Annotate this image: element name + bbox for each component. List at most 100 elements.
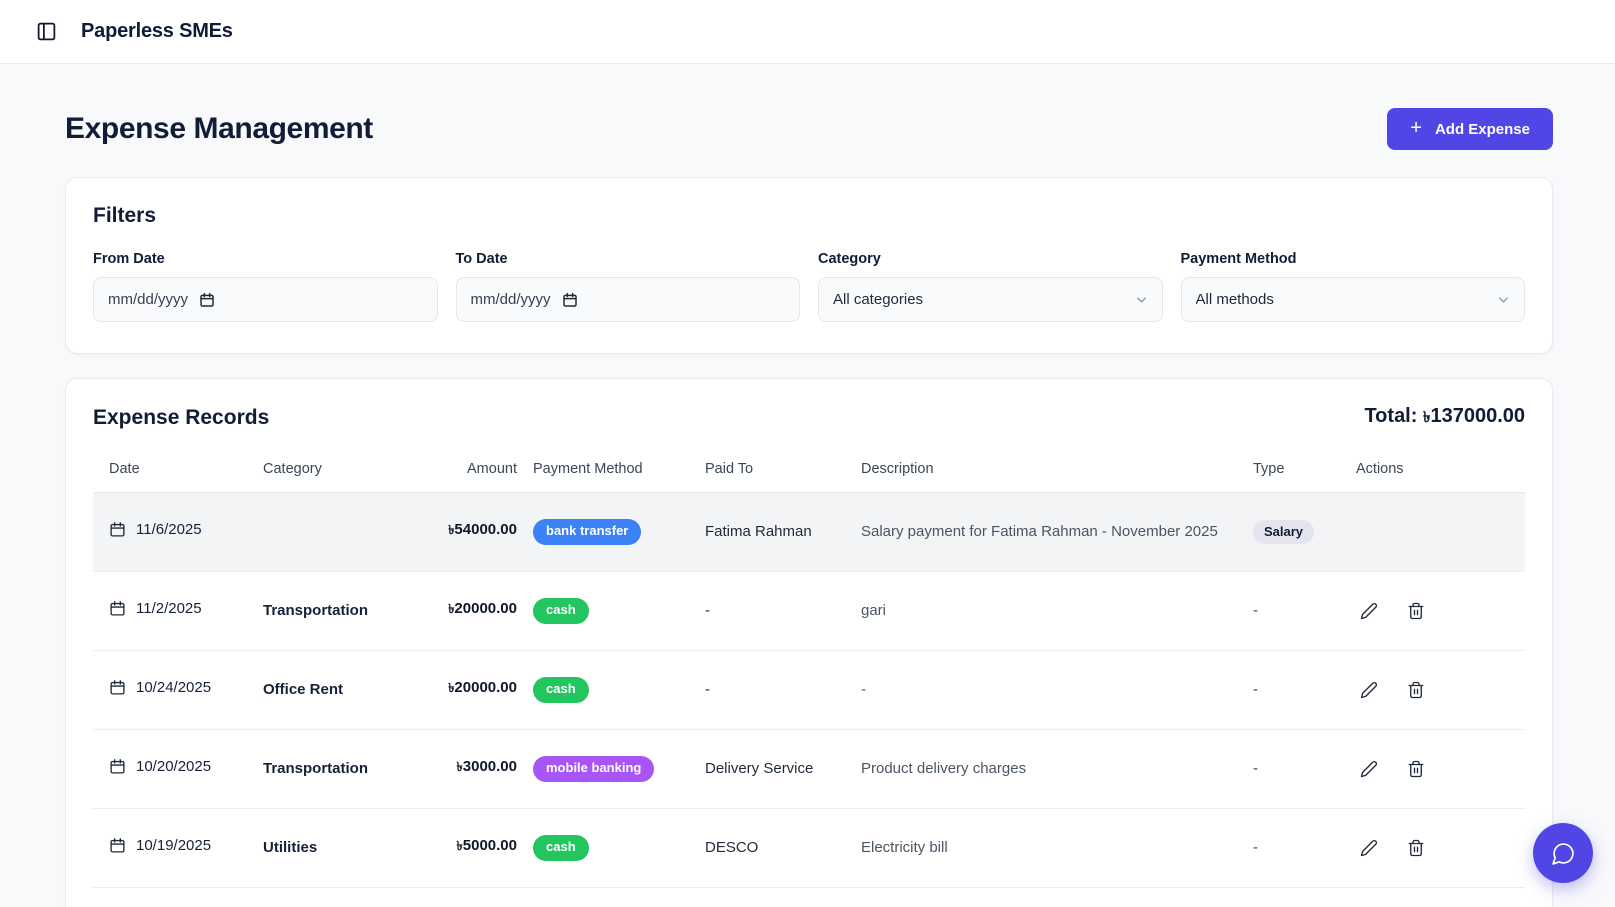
trash-icon	[1407, 602, 1425, 620]
plus-icon: +	[1410, 118, 1422, 138]
col-date: Date	[93, 453, 263, 493]
payment-method-badge: bank transfer	[533, 519, 641, 545]
trash-icon	[1407, 681, 1425, 699]
trash-icon	[1407, 839, 1425, 857]
calendar-icon	[109, 837, 126, 854]
col-category: Category	[263, 453, 443, 493]
pencil-icon	[1360, 602, 1378, 620]
table-header-row: Date Category Amount Payment Method Paid…	[93, 453, 1525, 493]
edit-button[interactable]	[1356, 835, 1382, 861]
panel-left-icon	[36, 21, 57, 42]
main-content: Expense Management + Add Expense Filters…	[0, 64, 1615, 907]
row-amount: ৳5000.00	[443, 808, 533, 887]
row-date: 11/6/2025	[136, 521, 202, 538]
records-heading: Expense Records	[93, 406, 269, 430]
row-type: -	[1253, 571, 1356, 650]
category-label: Category	[818, 251, 1163, 267]
row-actions	[1356, 808, 1525, 887]
col-type: Type	[1253, 453, 1356, 493]
filter-grid: From Date mm/dd/yyyy To Date mm/dd/yyyy	[93, 251, 1525, 322]
payment-method-field: Payment Method All methods	[1181, 251, 1526, 322]
type-badge: Salary	[1253, 520, 1314, 544]
pencil-icon	[1360, 760, 1378, 778]
row-actions	[1356, 493, 1525, 572]
row-actions	[1356, 571, 1525, 650]
payment-method-label: Payment Method	[1181, 251, 1526, 267]
total-amount: Total: ৳137000.00	[1364, 405, 1525, 431]
to-date-placeholder: mm/dd/yyyy	[471, 291, 551, 308]
topbar: Paperless SMEs	[0, 0, 1615, 64]
sidebar-toggle-button[interactable]	[34, 19, 59, 44]
col-actions: Actions	[1356, 453, 1525, 493]
row-type: -	[1253, 650, 1356, 729]
expense-records-card: Expense Records Total: ৳137000.00 Date C…	[65, 378, 1553, 907]
calendar-icon	[109, 600, 126, 617]
calendar-icon[interactable]	[199, 292, 215, 308]
category-field: Category All categories	[818, 251, 1163, 322]
row-amount: ৳20000.00	[443, 650, 533, 729]
row-category: Transportation	[263, 571, 443, 650]
edit-button[interactable]	[1356, 677, 1382, 703]
row-paid-to: Fatima Rahman	[705, 493, 861, 572]
from-date-label: From Date	[93, 251, 438, 267]
edit-button[interactable]	[1356, 598, 1382, 624]
payment-method-badge: cash	[533, 598, 589, 624]
row-paid-to: DESCO	[705, 808, 861, 887]
row-category: Utilities	[263, 808, 443, 887]
payment-method-select[interactable]: All methods	[1181, 277, 1526, 322]
payment-method-badge: cash	[533, 677, 589, 703]
delete-button[interactable]	[1403, 598, 1429, 624]
row-description: -	[861, 650, 1253, 729]
calendar-icon[interactable]	[562, 292, 578, 308]
row-category: Transportation	[263, 729, 443, 808]
category-select[interactable]: All categories	[818, 277, 1163, 322]
edit-button[interactable]	[1356, 756, 1382, 782]
row-date: 10/24/2025	[136, 679, 211, 696]
add-expense-label: Add Expense	[1435, 121, 1530, 138]
payment-method-badge: mobile banking	[533, 756, 654, 782]
row-date: 11/2/2025	[136, 600, 202, 617]
page-header: Expense Management + Add Expense	[65, 108, 1553, 150]
row-description: Salary payment for Fatima Rahman - Novem…	[861, 493, 1253, 572]
to-date-label: To Date	[456, 251, 801, 267]
delete-button[interactable]	[1403, 756, 1429, 782]
row-type: -	[1253, 808, 1356, 887]
row-paid-to: -	[705, 650, 861, 729]
delete-button[interactable]	[1403, 835, 1429, 861]
from-date-field: From Date mm/dd/yyyy	[93, 251, 438, 322]
from-date-placeholder: mm/dd/yyyy	[108, 291, 188, 308]
calendar-icon	[109, 679, 126, 696]
row-description: Product delivery charges	[861, 729, 1253, 808]
add-expense-button[interactable]: + Add Expense	[1387, 108, 1553, 150]
trash-icon	[1407, 760, 1425, 778]
delete-button[interactable]	[1403, 677, 1429, 703]
row-amount: ৳3000.00	[443, 729, 533, 808]
chat-bubble-icon	[1551, 841, 1576, 866]
row-paid-to: Delivery Service	[705, 729, 861, 808]
row-description: gari	[861, 571, 1253, 650]
row-category: Office Rent	[263, 650, 443, 729]
app-brand: Paperless SMEs	[81, 20, 233, 43]
expense-table: Date Category Amount Payment Method Paid…	[93, 453, 1525, 888]
row-date: 10/19/2025	[136, 837, 211, 854]
from-date-input[interactable]: mm/dd/yyyy	[93, 277, 438, 322]
row-date: 10/20/2025	[136, 758, 211, 775]
chat-button[interactable]	[1533, 823, 1593, 883]
row-paid-to: -	[705, 571, 861, 650]
col-payment-method: Payment Method	[533, 453, 705, 493]
filters-heading: Filters	[93, 204, 1525, 228]
row-actions	[1356, 650, 1525, 729]
calendar-icon	[109, 758, 126, 775]
payment-method-badge: cash	[533, 835, 589, 861]
row-type: -	[1253, 729, 1356, 808]
row-amount: ৳54000.00	[443, 493, 533, 572]
table-row: 11/2/2025 Transportation ৳20000.00 cash …	[93, 571, 1525, 650]
table-row: 11/6/2025 ৳54000.00 bank transfer Fatima…	[93, 493, 1525, 572]
row-actions	[1356, 729, 1525, 808]
page-title: Expense Management	[65, 112, 373, 146]
col-amount: Amount	[443, 453, 533, 493]
to-date-input[interactable]: mm/dd/yyyy	[456, 277, 801, 322]
table-row: 10/24/2025 Office Rent ৳20000.00 cash - …	[93, 650, 1525, 729]
table-row: 10/19/2025 Utilities ৳5000.00 cash DESCO…	[93, 808, 1525, 887]
row-category	[263, 493, 443, 572]
